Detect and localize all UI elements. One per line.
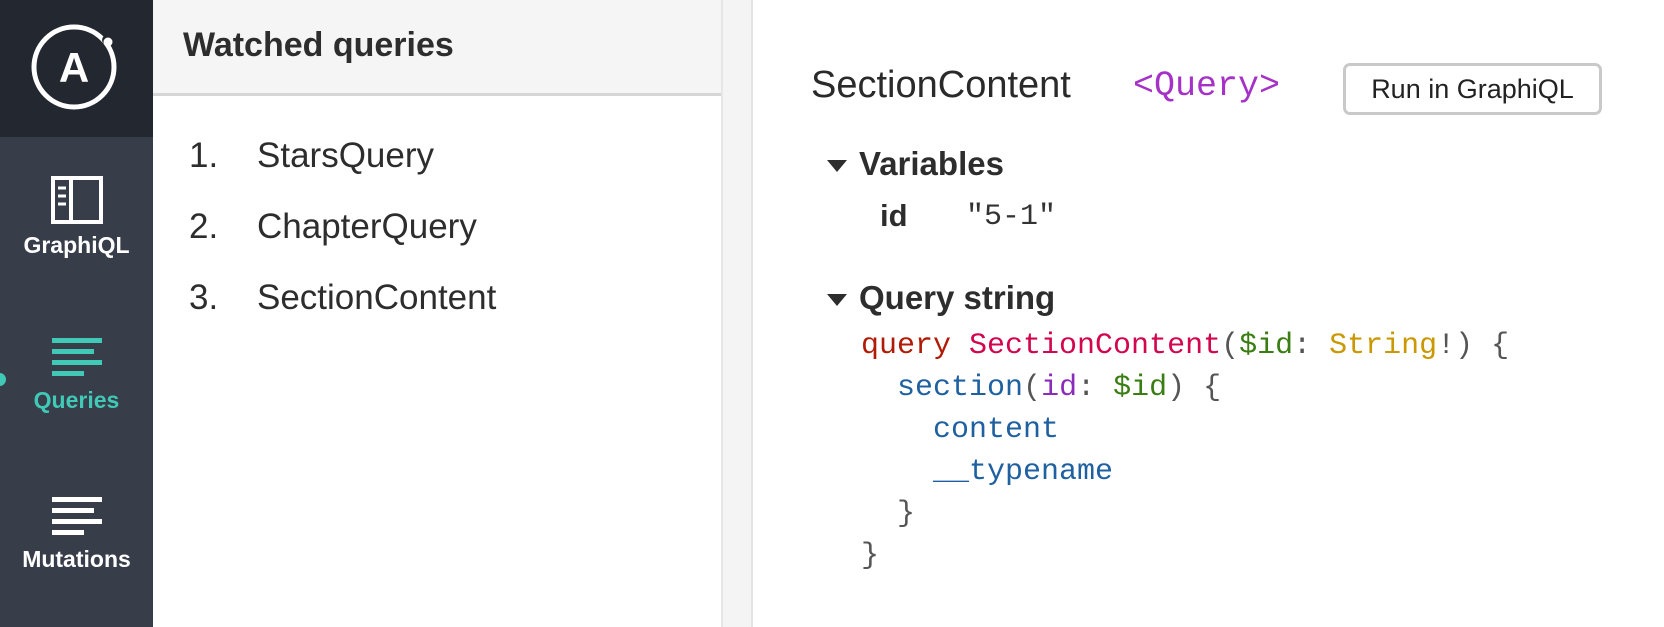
code-punctuation: (: [1221, 329, 1240, 363]
rail-item-label: Queries: [33, 387, 120, 413]
panel-divider[interactable]: [723, 0, 753, 627]
code-operation-name: SectionContent: [969, 329, 1222, 363]
rail-item-label: Mutations: [22, 546, 131, 572]
code-punctuation: }: [897, 497, 916, 531]
code-variable: $id: [1113, 371, 1168, 405]
list-item[interactable]: 1. StarsQuery: [153, 128, 721, 186]
rail-item-queries[interactable]: Queries: [0, 335, 153, 414]
query-details: SectionContent <Query> Run in GraphiQL V…: [753, 0, 1664, 627]
variables-heading: Variables: [859, 145, 1004, 182]
caret-down-icon: [827, 294, 847, 307]
code-variable: $id: [1239, 329, 1294, 363]
queries-icon: [51, 338, 102, 376]
query-title: SectionContent: [811, 64, 1071, 106]
run-in-graphiql-button[interactable]: Run in GraphiQL: [1343, 63, 1602, 115]
variable-name: id: [880, 198, 908, 233]
code-punctuation: :: [1077, 371, 1096, 405]
list-item-number: 3.: [189, 278, 219, 317]
code-punctuation: :: [1293, 329, 1312, 363]
code-punctuation: }: [861, 539, 880, 573]
apollo-logo-icon: A: [31, 24, 117, 110]
query-code-block: query SectionContent($id: String!) { sec…: [861, 325, 1509, 577]
svg-text:A: A: [59, 44, 89, 91]
rail-item-mutations[interactable]: Mutations: [0, 494, 153, 573]
list-item-name: ChapterQuery: [257, 207, 477, 246]
code-argument: id: [1041, 371, 1078, 405]
list-item-number: 2.: [189, 207, 219, 246]
code-field: __typename: [933, 455, 1114, 489]
list-item-number: 1.: [189, 136, 219, 175]
rail-item-graphiql[interactable]: GraphiQL: [0, 176, 153, 259]
query-type-tag: <Query>: [1133, 66, 1281, 106]
variables-toggle[interactable]: Variables: [827, 145, 1004, 183]
code-punctuation: (: [1023, 371, 1042, 405]
mutations-icon: [51, 497, 102, 535]
watched-queries-panel: Watched queries 1. StarsQuery 2. Chapter…: [153, 0, 723, 627]
apollo-logo[interactable]: A: [0, 0, 153, 137]
list-item[interactable]: 3. SectionContent: [153, 270, 721, 328]
panel-title: Watched queries: [153, 0, 721, 96]
code-field: content: [933, 413, 1060, 447]
list-item-name: SectionContent: [257, 278, 497, 317]
list-item-name: StarsQuery: [257, 136, 434, 175]
variable-value: "5-1": [966, 200, 1057, 234]
query-string-toggle[interactable]: Query string: [827, 279, 1055, 317]
code-punctuation: ) {: [1167, 371, 1222, 405]
code-type: String: [1329, 329, 1438, 363]
list-item[interactable]: 2. ChapterQuery: [153, 199, 721, 257]
caret-down-icon: [827, 160, 847, 173]
graphiql-icon: [50, 176, 103, 224]
code-keyword: query: [861, 329, 952, 363]
code-punctuation: !) {: [1437, 329, 1510, 363]
side-rail: A GraphiQL Queries Mutations: [0, 0, 153, 627]
rail-item-label: GraphiQL: [23, 232, 130, 258]
code-field: section: [897, 371, 1024, 405]
query-string-heading: Query string: [859, 279, 1056, 316]
